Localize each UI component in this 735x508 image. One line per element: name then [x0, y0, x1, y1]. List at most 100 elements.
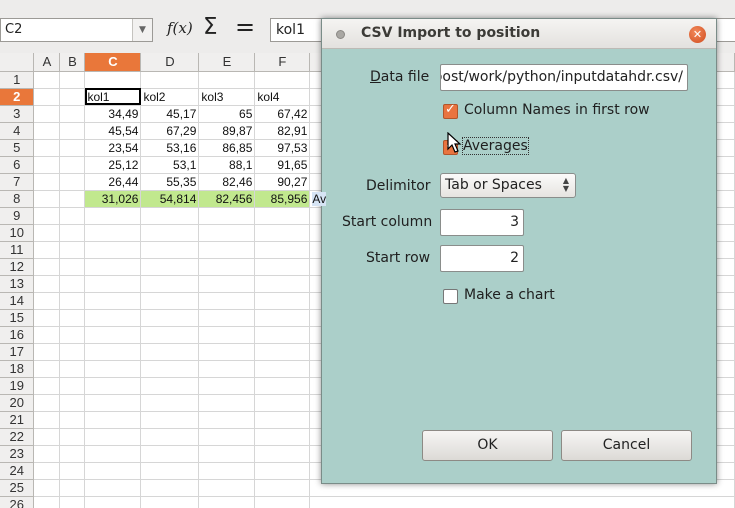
- cell[interactable]: [59, 479, 86, 497]
- cell[interactable]: [254, 479, 311, 497]
- row-header[interactable]: 17: [0, 343, 35, 361]
- cell[interactable]: [198, 275, 256, 293]
- cell[interactable]: [84, 445, 142, 463]
- cell[interactable]: [140, 207, 200, 225]
- cell[interactable]: [140, 326, 200, 344]
- column-header-d[interactable]: D: [140, 53, 200, 72]
- cell[interactable]: [84, 496, 142, 508]
- row-header[interactable]: 6: [0, 156, 35, 174]
- cell[interactable]: 88,1: [198, 156, 256, 174]
- row-header[interactable]: 12: [0, 258, 35, 276]
- cell[interactable]: [59, 156, 86, 174]
- cell[interactable]: [84, 360, 142, 378]
- row-header[interactable]: 24: [0, 462, 35, 480]
- cell[interactable]: [59, 445, 86, 463]
- cell[interactable]: [33, 411, 61, 429]
- cell[interactable]: [84, 241, 142, 259]
- cell[interactable]: [84, 462, 142, 480]
- column-header-c[interactable]: C: [84, 53, 142, 72]
- cell[interactable]: 55,35: [140, 173, 200, 191]
- cell[interactable]: [198, 207, 256, 225]
- row-header[interactable]: 3: [0, 105, 35, 123]
- cell[interactable]: [33, 377, 61, 395]
- cell[interactable]: [59, 428, 86, 446]
- cell[interactable]: [59, 241, 86, 259]
- cell[interactable]: [59, 258, 86, 276]
- cell[interactable]: [140, 445, 200, 463]
- cell[interactable]: [33, 360, 61, 378]
- column-names-checkbox[interactable]: [443, 102, 458, 119]
- row-header[interactable]: 26: [0, 496, 35, 508]
- cell[interactable]: [84, 224, 142, 242]
- cell[interactable]: 54,814: [140, 190, 200, 208]
- cell[interactable]: [140, 496, 200, 508]
- cell[interactable]: [84, 343, 142, 361]
- cell[interactable]: [140, 479, 200, 497]
- cell[interactable]: [33, 190, 61, 208]
- cell[interactable]: [140, 343, 200, 361]
- cell[interactable]: 67,29: [140, 122, 200, 140]
- cell[interactable]: 91,65: [254, 156, 311, 174]
- start-row-field[interactable]: 2: [440, 245, 524, 272]
- row-header[interactable]: 4: [0, 122, 35, 140]
- cell[interactable]: [59, 377, 86, 395]
- cell[interactable]: [198, 377, 256, 395]
- row-header[interactable]: 2: [0, 88, 35, 106]
- cell[interactable]: Av: [309, 190, 735, 208]
- row-header[interactable]: 10: [0, 224, 35, 242]
- row-header[interactable]: 23: [0, 445, 35, 463]
- cell[interactable]: [254, 207, 311, 225]
- cell[interactable]: 82,46: [198, 173, 256, 191]
- cell[interactable]: [84, 207, 142, 225]
- cell[interactable]: [254, 224, 311, 242]
- cell[interactable]: [33, 241, 61, 259]
- cell[interactable]: 45,54: [84, 122, 142, 140]
- row-header[interactable]: 13: [0, 275, 35, 293]
- cell[interactable]: [33, 428, 61, 446]
- cell[interactable]: [254, 462, 311, 480]
- cell[interactable]: [254, 428, 311, 446]
- cell[interactable]: [33, 445, 61, 463]
- cell[interactable]: [33, 394, 61, 412]
- cell[interactable]: [84, 309, 142, 327]
- equals-icon[interactable]: =: [235, 13, 255, 41]
- cell[interactable]: 82,91: [254, 122, 311, 140]
- cell[interactable]: [84, 292, 142, 310]
- column-header-b[interactable]: B: [59, 53, 86, 72]
- cell[interactable]: [254, 275, 311, 293]
- cell[interactable]: [33, 496, 61, 508]
- cell[interactable]: kol3: [198, 88, 256, 106]
- cell[interactable]: [59, 394, 86, 412]
- chevron-down-icon[interactable]: ▼: [132, 19, 152, 41]
- cell[interactable]: [198, 292, 256, 310]
- cell[interactable]: [84, 275, 142, 293]
- cell[interactable]: 53,1: [140, 156, 200, 174]
- cell[interactable]: kol1: [84, 88, 142, 106]
- cell[interactable]: [254, 445, 311, 463]
- column-header-a[interactable]: A: [33, 53, 61, 72]
- cell[interactable]: [59, 275, 86, 293]
- cell[interactable]: [84, 71, 142, 89]
- cell[interactable]: [254, 309, 311, 327]
- cell[interactable]: 23,54: [84, 139, 142, 157]
- row-header[interactable]: 19: [0, 377, 35, 395]
- cell[interactable]: [84, 258, 142, 276]
- cell[interactable]: [198, 224, 256, 242]
- cell[interactable]: [254, 377, 311, 395]
- cell[interactable]: [254, 292, 311, 310]
- window-menu-icon[interactable]: [336, 30, 345, 39]
- row-header[interactable]: 18: [0, 360, 35, 378]
- cell[interactable]: 86,85: [198, 139, 256, 157]
- cell[interactable]: [33, 88, 61, 106]
- cell[interactable]: [254, 258, 311, 276]
- cell[interactable]: [84, 326, 142, 344]
- row-header[interactable]: 11: [0, 241, 35, 259]
- cell[interactable]: [59, 343, 86, 361]
- cell[interactable]: [33, 224, 61, 242]
- cell[interactable]: [84, 428, 142, 446]
- cell[interactable]: [309, 496, 735, 508]
- cell[interactable]: [33, 326, 61, 344]
- row-header[interactable]: 8: [0, 190, 35, 208]
- cell[interactable]: [254, 326, 311, 344]
- row-header[interactable]: 21: [0, 411, 35, 429]
